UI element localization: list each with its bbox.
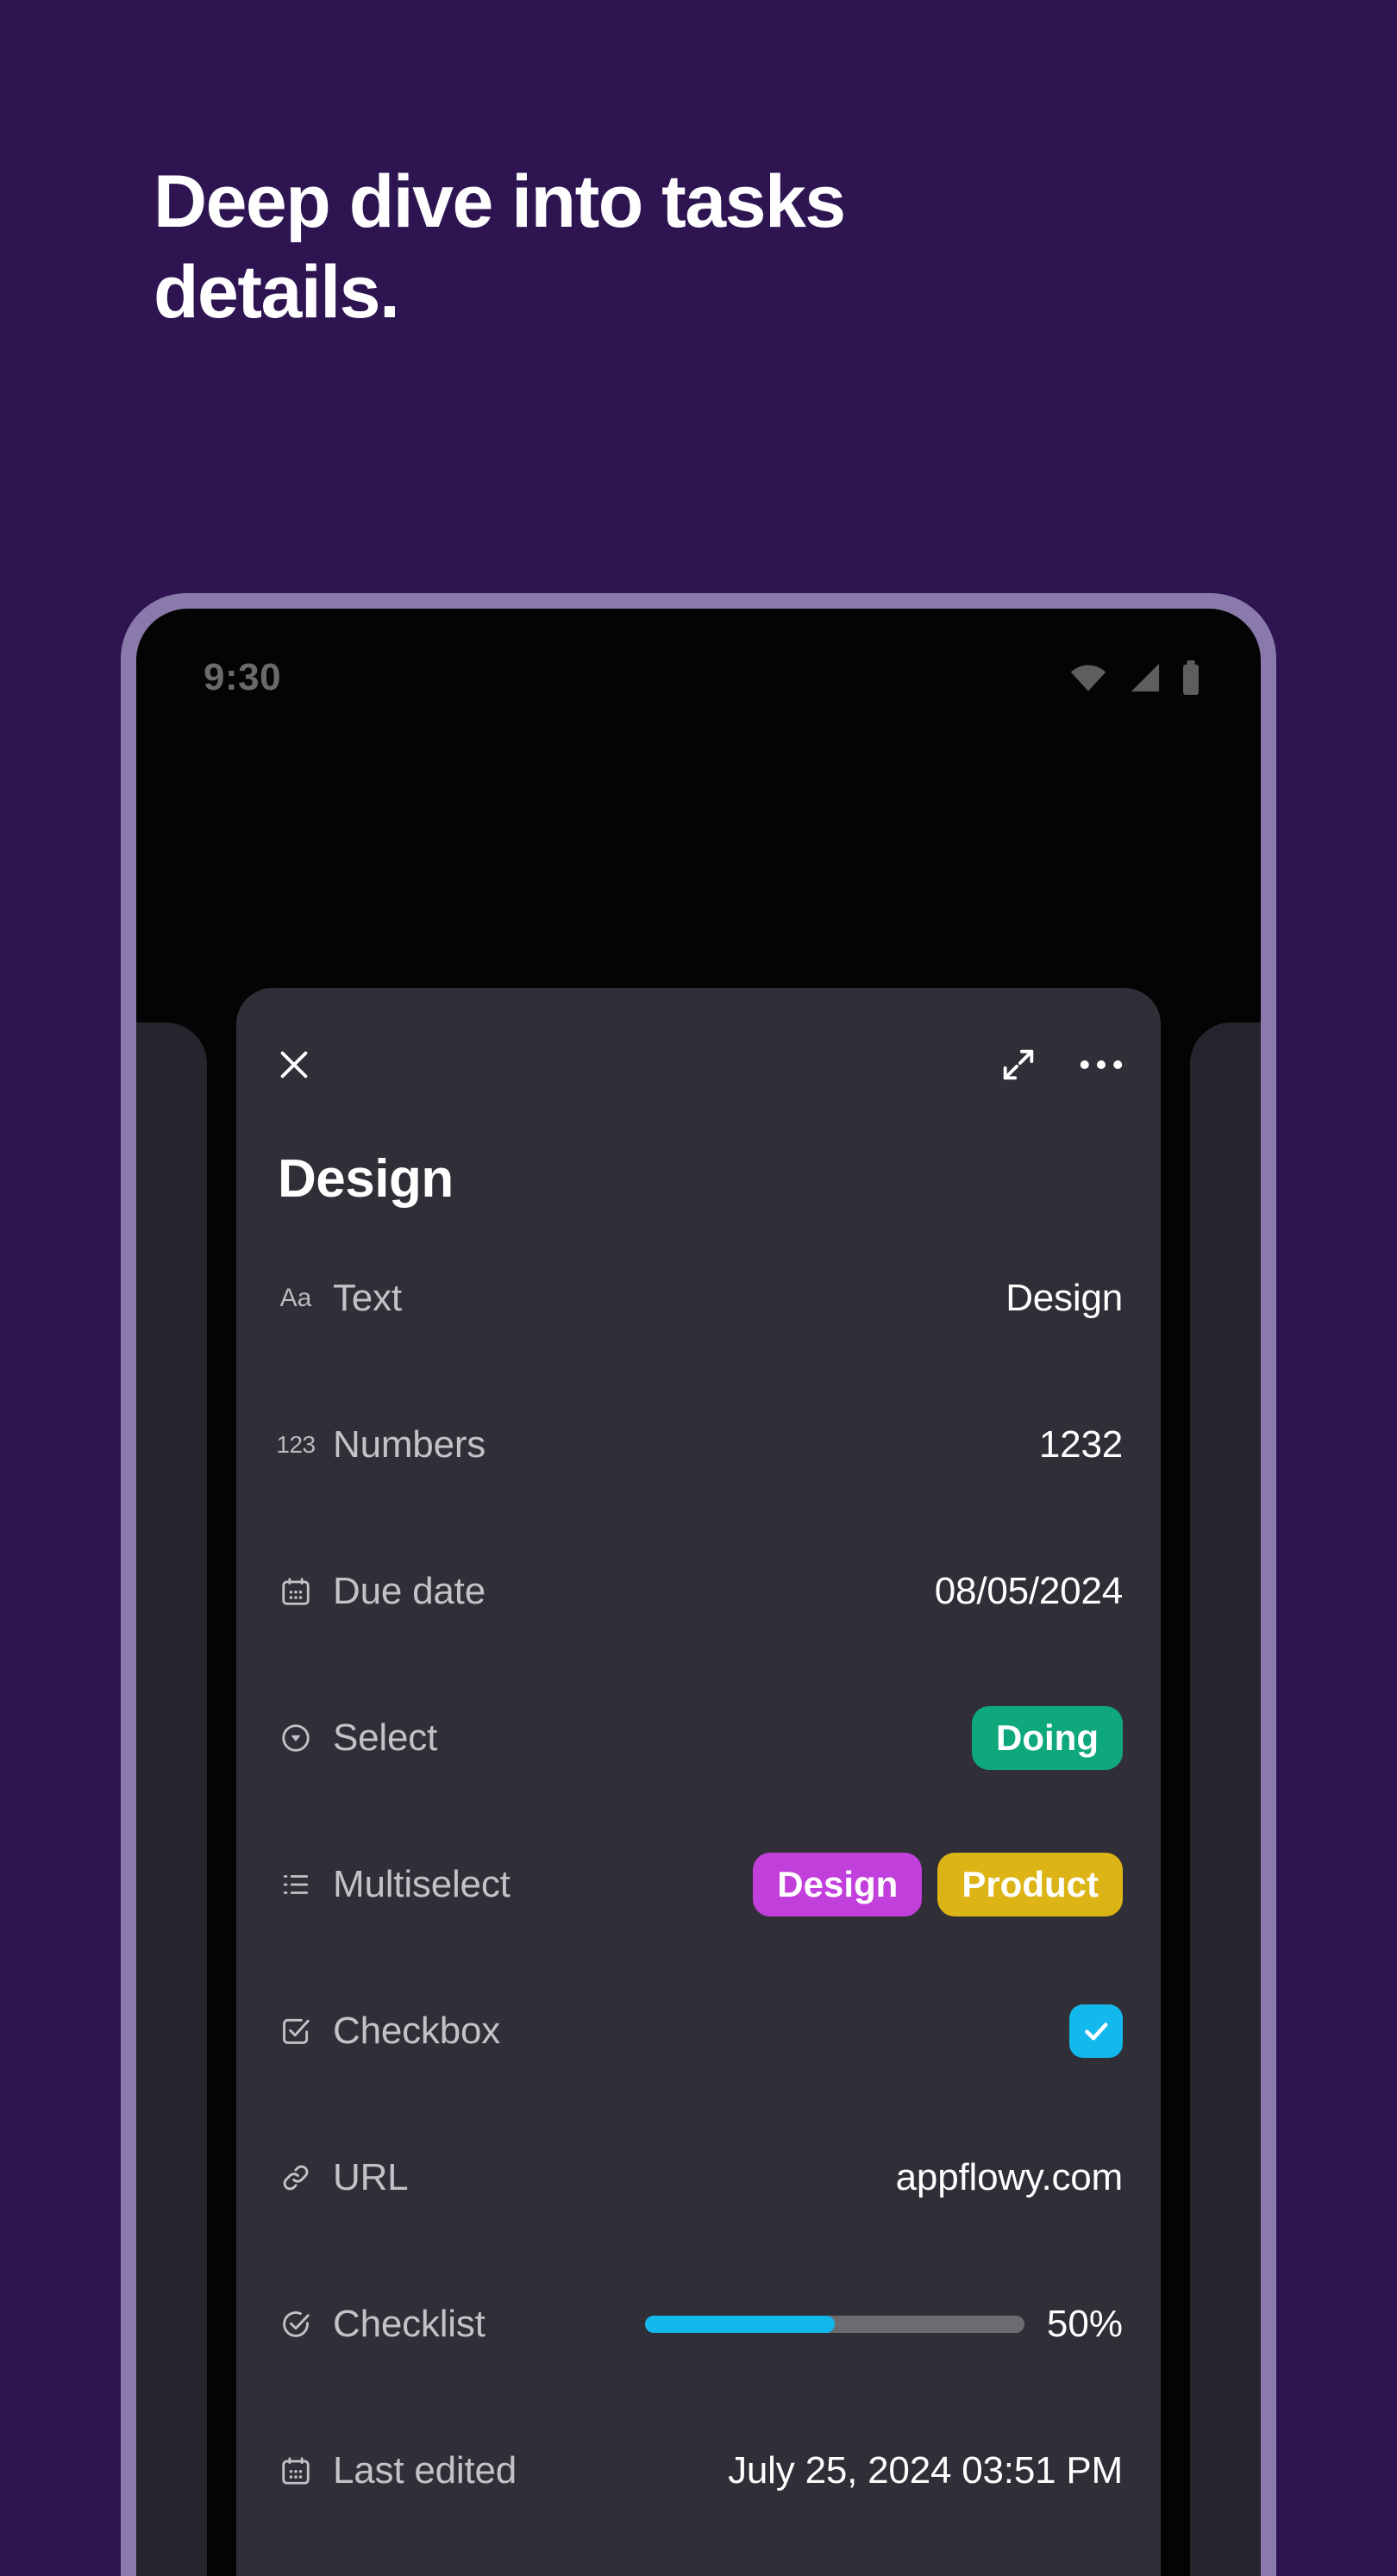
close-icon (274, 1045, 314, 1085)
calendar-icon (278, 1573, 314, 1610)
field-left-select: Select (278, 1716, 437, 1760)
stacked-card-right (1190, 1022, 1261, 2576)
phone-screen: 9:30 Design Aa Text Design 123 Numbers 1… (136, 609, 1261, 2576)
status-bar: 9:30 (136, 609, 1261, 747)
field-row-multiselect[interactable]: Multiselect Design Product (274, 1811, 1123, 1958)
field-left-text: Aa Text (278, 1277, 402, 1320)
field-row-select[interactable]: Select Doing (274, 1665, 1123, 1811)
expand-button[interactable] (999, 1045, 1038, 1085)
field-label-multiselect: Multiselect (333, 1863, 511, 1905)
field-value-text: Design (1005, 1277, 1123, 1319)
checklist-progress-fill (644, 2316, 835, 2333)
status-bar-icons (1069, 660, 1200, 695)
field-label-text: Text (333, 1277, 402, 1319)
field-left-checkbox: Checkbox (278, 2010, 500, 2053)
field-value-last-edited: July 25, 2024 03:51 PM (728, 2449, 1123, 2492)
checkbox-toggle[interactable] (1069, 2004, 1123, 2058)
field-left-numbers: 123 Numbers (276, 1423, 486, 1466)
field-left-last-edited: Last edited (278, 2449, 517, 2492)
select-circle-icon (278, 1720, 314, 1756)
headline-line-2: details. (153, 250, 400, 334)
stacked-card-left (136, 1022, 207, 2576)
field-label-url: URL (333, 2156, 409, 2198)
field-label-numbers: Numbers (333, 1423, 486, 1466)
more-horizontal-icon (1080, 1057, 1123, 1072)
field-left-checklist: Checklist (278, 2303, 486, 2346)
tag-product[interactable]: Product (937, 1853, 1123, 1916)
field-row-due-date[interactable]: Due date 08/05/2024 (274, 1518, 1123, 1665)
task-detail-card: Design Aa Text Design 123 Numbers 1232 D… (236, 988, 1161, 2576)
field-list: Aa Text Design 123 Numbers 1232 Due date… (274, 1225, 1123, 2544)
checklist-progress-bar[interactable] (644, 2316, 1024, 2333)
list-icon (278, 1866, 314, 1903)
field-row-checkbox[interactable]: Checkbox (274, 1958, 1123, 2104)
field-label-due-date: Due date (333, 1570, 486, 1612)
field-row-numbers[interactable]: 123 Numbers 1232 (274, 1372, 1123, 1518)
field-row-last-edited[interactable]: Last edited July 25, 2024 03:51 PM (274, 2398, 1123, 2544)
card-toolbar (274, 988, 1123, 1129)
field-label-last-edited: Last edited (333, 2449, 517, 2492)
field-label-select: Select (333, 1716, 438, 1759)
check-icon (1081, 2016, 1112, 2047)
calendar-icon (278, 2453, 314, 2489)
field-row-checklist[interactable]: Checklist 50% (274, 2251, 1123, 2398)
phone-frame: 9:30 Design Aa Text Design 123 Numbers 1… (121, 593, 1276, 2576)
field-left-due-date: Due date (278, 1570, 486, 1613)
numbers-123-icon: 123 (276, 1431, 316, 1458)
status-badge-doing[interactable]: Doing (972, 1706, 1123, 1770)
card-toolbar-right (999, 1045, 1123, 1085)
expand-arrows-icon (999, 1045, 1038, 1085)
check-circle-icon (278, 2306, 314, 2342)
checkbox-square-icon (278, 2013, 314, 2049)
field-row-text[interactable]: Aa Text Design (274, 1225, 1124, 1372)
field-label-checkbox: Checkbox (333, 2010, 501, 2052)
field-left-url: URL (278, 2156, 409, 2199)
field-value-select: Doing (972, 1706, 1123, 1770)
status-bar-time: 9:30 (204, 656, 282, 698)
field-label-checklist: Checklist (333, 2303, 486, 2345)
link-icon (278, 2160, 314, 2196)
field-value-multiselect: Design Product (753, 1853, 1123, 1916)
checklist-percent-label: 50% (1046, 2303, 1123, 2345)
page-title: Deep dive into tasks details. (153, 157, 1206, 338)
close-button[interactable] (274, 1045, 314, 1085)
cellular-signal-icon (1126, 662, 1162, 693)
task-title: Design (278, 1149, 454, 1209)
wifi-icon (1069, 663, 1107, 692)
field-row-url[interactable]: URL appflowy.com (274, 2104, 1123, 2251)
field-left-multiselect: Multiselect (278, 1863, 511, 1906)
headline-line-1: Deep dive into tasks (153, 160, 846, 243)
field-value-checklist: 50% (644, 2303, 1123, 2346)
field-value-due-date: 08/05/2024 (934, 1570, 1123, 1612)
field-value-url[interactable]: appflowy.com (896, 2156, 1124, 2199)
text-aa-icon: Aa (279, 1284, 312, 1312)
tag-design[interactable]: Design (753, 1853, 923, 1916)
field-value-numbers: 1232 (1038, 1423, 1123, 1466)
more-options-button[interactable] (1080, 1057, 1123, 1072)
battery-icon (1181, 660, 1200, 695)
